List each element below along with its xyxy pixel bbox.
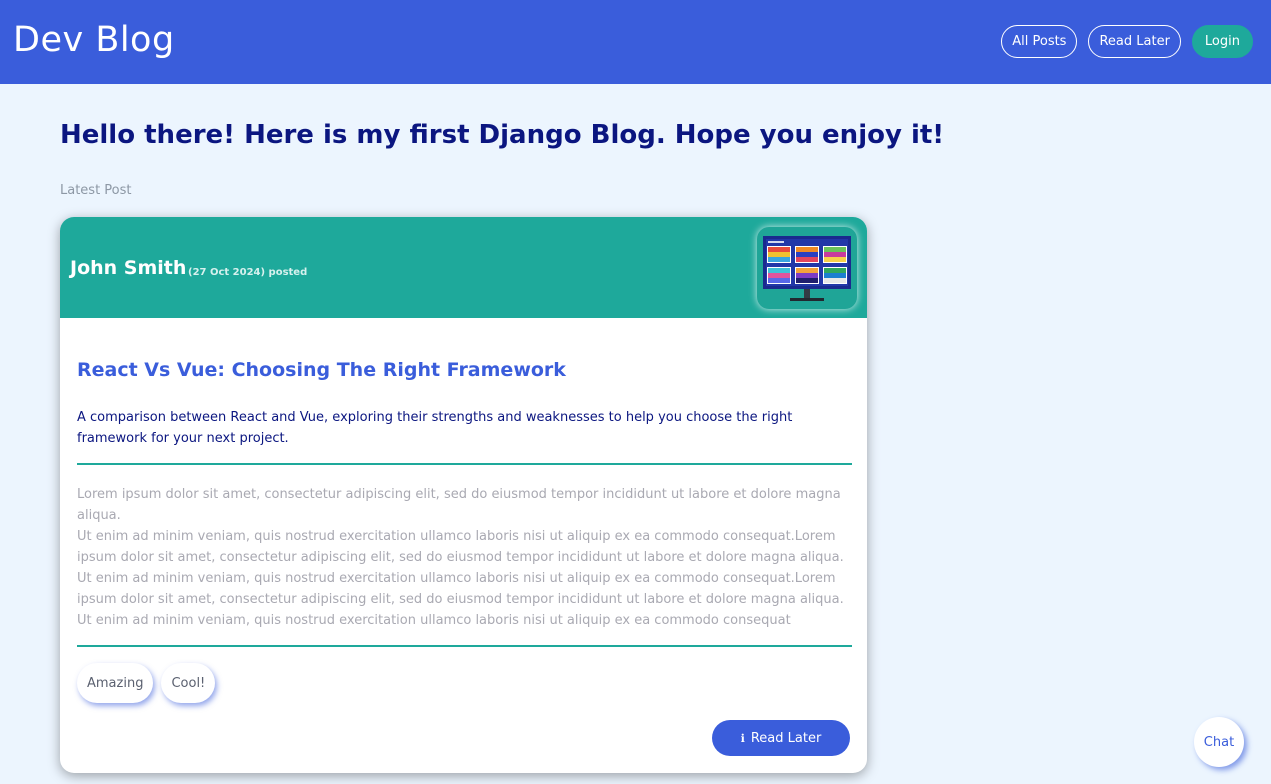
post-title[interactable]: React Vs Vue: Choosing The Right Framewo…: [77, 359, 566, 381]
post-summary: A comparison between React and Vue, expl…: [77, 410, 793, 446]
monitor-color-palettes-image: [763, 236, 851, 301]
nav-login-button[interactable]: Login: [1191, 25, 1253, 58]
chat-button[interactable]: Chat: [1194, 717, 1244, 767]
post-card: John Smith (27 Oct 2024) posted React Vs…: [60, 217, 867, 773]
post-author: John Smith: [70, 257, 187, 279]
nav-read-later-button[interactable]: Read Later: [1088, 25, 1181, 58]
read-later-button[interactable]: ℹ Read Later: [712, 720, 850, 756]
nav-all-posts-button[interactable]: All Posts: [1001, 25, 1078, 58]
post-card-header: John Smith (27 Oct 2024) posted: [60, 217, 867, 318]
divider: [77, 463, 852, 465]
post-thumbnail: [757, 227, 857, 309]
read-later-label: Read Later: [750, 730, 822, 746]
post-tags: Amazing Cool!: [77, 663, 216, 703]
tag-amazing[interactable]: Amazing: [77, 663, 154, 703]
post-date: (27 Oct 2024) posted: [188, 267, 308, 278]
latest-post-label: Latest Post: [60, 183, 132, 198]
post-body: Lorem ipsum dolor sit amet, consectetur …: [77, 487, 844, 628]
tag-cool[interactable]: Cool!: [161, 663, 216, 703]
chat-label: Chat: [1203, 734, 1235, 750]
site-brand[interactable]: Dev Blog: [13, 20, 175, 60]
nav-links: All Posts Read Later Login: [1001, 25, 1253, 58]
page-headline: Hello there! Here is my first Django Blo…: [60, 120, 945, 150]
top-navbar: Dev Blog All Posts Read Later Login: [0, 0, 1271, 84]
info-icon: ℹ: [740, 731, 745, 745]
divider: [77, 645, 852, 647]
